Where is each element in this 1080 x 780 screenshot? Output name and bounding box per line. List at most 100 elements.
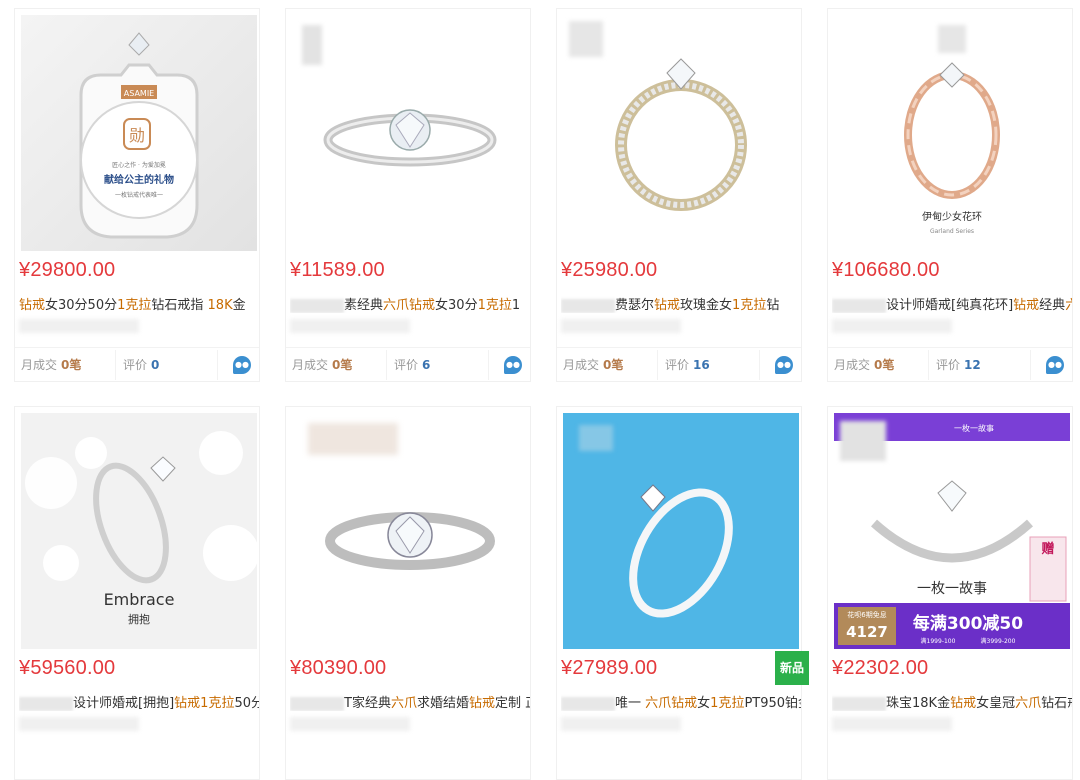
product-title[interactable]: 设计师婚戒[拥抱]钻戒1克拉50分钻: [19, 692, 259, 711]
title-fragment: 费瑟尔: [615, 298, 655, 313]
title-fragment: 钻戒: [468, 696, 495, 711]
svg-text:拥抱: 拥抱: [128, 612, 150, 626]
product-grid: ASAMIE 勋 匠心之作 · 为爱加冕 献给公主的礼物 一枚钻戒代表唯一 ¥2…: [0, 0, 1080, 780]
blurred-text: [561, 696, 615, 711]
title-fragment: PT950铂金: [744, 696, 801, 711]
product-stats: 月成交 0笔 评价 16 ●●: [557, 347, 801, 382]
blurred-subtitle: [561, 319, 681, 333]
title-fragment: 经典: [1039, 298, 1066, 313]
title-fragment: 1克拉: [732, 298, 767, 313]
new-badge: 新品: [775, 651, 809, 685]
title-fragment: 六爪: [390, 696, 417, 711]
title-fragment: 设计师婚戒[拥抱]: [73, 696, 175, 711]
title-fragment: 1克拉: [710, 696, 745, 711]
svg-text:一枚一故事: 一枚一故事: [954, 423, 994, 433]
product-title[interactable]: T家经典六爪求婚结婚钻戒定制 正品: [290, 692, 530, 711]
title-fragment: 玫瑰金女: [680, 298, 733, 313]
product-price: ¥106680.00: [832, 259, 940, 281]
blurred-subtitle: [832, 717, 952, 731]
title-fragment: 钻戒: [1013, 298, 1040, 313]
title-fragment: 钻戒: [174, 696, 201, 711]
product-card[interactable]: 新品 ¥27989.00 唯一 六爪钻戒女1克拉PT950铂金: [556, 406, 809, 780]
product-title[interactable]: 设计师婚戒[纯真花环]钻戒经典六爪: [832, 294, 1072, 313]
blurred-text: [19, 696, 73, 711]
ring-promo-image: 一枚一故事 一枚一故事 花呗6期免息 4127 每满300减50 满1999-1…: [834, 413, 1070, 649]
title-fragment: 女: [697, 696, 711, 711]
product-title[interactable]: 素经典六爪钻戒女30分1克拉1: [290, 294, 530, 313]
title-fragment: 六爪: [1015, 696, 1042, 711]
product-card[interactable]: 伊甸少女花环 Garland Series ¥106680.00 设计师婚戒[纯…: [827, 8, 1073, 382]
product-card[interactable]: Embrace 拥抱 ¥59560.00 设计师婚戒[拥抱]钻戒1克拉50分钻: [14, 406, 260, 780]
title-fragment: 1克拉: [117, 298, 152, 313]
title-fragment: 六爪: [1065, 298, 1072, 313]
title-fragment: 钻戒: [19, 298, 46, 313]
review-count[interactable]: 评价 6: [394, 348, 430, 382]
blurred-subtitle: [832, 319, 952, 333]
title-fragment: T家经典: [344, 696, 391, 711]
svg-text:每满300减50: 每满300减50: [913, 613, 1023, 634]
chat-icon[interactable]: ●●: [775, 356, 793, 374]
title-fragment: 六爪钻戒: [383, 298, 436, 313]
title-fragment: 正品: [525, 696, 530, 711]
title-fragment: 钻石戒指: [1041, 696, 1072, 711]
product-card[interactable]: ¥11589.00 素经典六爪钻戒女30分1克拉1 月成交 0笔 评价 6 ●●: [285, 8, 531, 382]
ring-gift-box-image: ASAMIE 勋 匠心之作 · 为爱加冕 献给公主的礼物 一枚钻戒代表唯一: [21, 15, 257, 251]
blurred-subtitle: [561, 717, 681, 731]
title-fragment: 素经典: [344, 298, 384, 313]
review-count[interactable]: 评价 0: [123, 348, 159, 382]
ring-image: 伊甸少女花环 Garland Series: [834, 15, 1070, 251]
product-price: ¥22302.00: [832, 657, 929, 679]
product-image[interactable]: [292, 15, 528, 251]
product-card[interactable]: ASAMIE 勋 匠心之作 · 为爱加冕 献给公主的礼物 一枚钻戒代表唯一 ¥2…: [14, 8, 260, 382]
title-fragment: 钻: [766, 298, 780, 313]
blurred-subtitle: [290, 717, 410, 731]
title-fragment: 女30分: [435, 298, 478, 313]
blurred-subtitle: [290, 319, 410, 333]
svg-text:一枚一故事: 一枚一故事: [917, 581, 987, 597]
product-stats: 月成交 0笔 评价 12 ●●: [828, 347, 1072, 382]
title-fragment: 钻石戒指: [151, 298, 208, 313]
title-fragment: 1克拉: [200, 696, 235, 711]
title-fragment: 珠宝18K金: [886, 696, 951, 711]
blurred-subtitle: [19, 319, 139, 333]
title-fragment: 求婚结婚: [416, 696, 469, 711]
chat-icon[interactable]: ●●: [504, 356, 522, 374]
title-fragment: 女皇冠: [976, 696, 1016, 711]
title-fragment: 钻戒: [654, 298, 681, 313]
svg-text:满1999-100: 满1999-100: [921, 637, 956, 645]
product-image[interactable]: ASAMIE 勋 匠心之作 · 为爱加冕 献给公主的礼物 一枚钻戒代表唯一: [21, 15, 257, 251]
product-title[interactable]: 唯一 六爪钻戒女1克拉PT950铂金: [561, 692, 801, 711]
product-image[interactable]: [563, 15, 799, 251]
monthly-sales: 月成交 0笔: [563, 358, 624, 372]
title-fragment: 钻戒: [950, 696, 977, 711]
chat-icon[interactable]: ●●: [233, 356, 251, 374]
product-image[interactable]: 一枚一故事 一枚一故事 花呗6期免息 4127 每满300减50 满1999-1…: [834, 413, 1070, 649]
blurred-subtitle: [19, 717, 139, 731]
title-fragment: 六爪钻戒: [645, 696, 698, 711]
ring-image: [292, 413, 528, 649]
title-fragment: 1克拉: [477, 298, 512, 313]
blurred-text: [832, 696, 886, 711]
product-title[interactable]: 珠宝18K金钻戒女皇冠六爪钻石戒指: [832, 692, 1072, 711]
product-title[interactable]: 钻戒女30分50分1克拉钻石戒指 18K金: [19, 294, 259, 313]
blurred-text: [561, 298, 615, 313]
product-image[interactable]: 伊甸少女花环 Garland Series: [834, 15, 1070, 251]
chat-icon[interactable]: ●●: [1046, 356, 1064, 374]
svg-text:一枚钻戒代表唯一: 一枚钻戒代表唯一: [115, 191, 163, 199]
svg-text:伊甸少女花环: 伊甸少女花环: [922, 210, 982, 223]
product-image[interactable]: [292, 413, 528, 649]
product-title[interactable]: 费瑟尔钻戒玫瑰金女1克拉钻: [561, 294, 801, 313]
product-card[interactable]: ¥80390.00 T家经典六爪求婚结婚钻戒定制 正品: [285, 406, 531, 780]
product-image[interactable]: [563, 413, 799, 649]
review-count[interactable]: 评价 12: [936, 348, 981, 382]
product-image[interactable]: Embrace 拥抱: [21, 413, 257, 649]
product-stats: 月成交 0笔 评价 6 ●●: [286, 347, 530, 382]
product-card[interactable]: ¥25980.00 费瑟尔钻戒玫瑰金女1克拉钻 月成交 0笔 评价 16 ●●: [556, 8, 802, 382]
svg-text:Garland Series: Garland Series: [930, 228, 974, 235]
review-count[interactable]: 评价 16: [665, 348, 710, 382]
product-price: ¥59560.00: [19, 657, 116, 679]
blurred-text: [832, 298, 886, 313]
title-fragment: 定制: [495, 696, 522, 711]
product-card[interactable]: 一枚一故事 一枚一故事 花呗6期免息 4127 每满300减50 满1999-1…: [827, 406, 1073, 780]
ring-image: [292, 15, 528, 251]
